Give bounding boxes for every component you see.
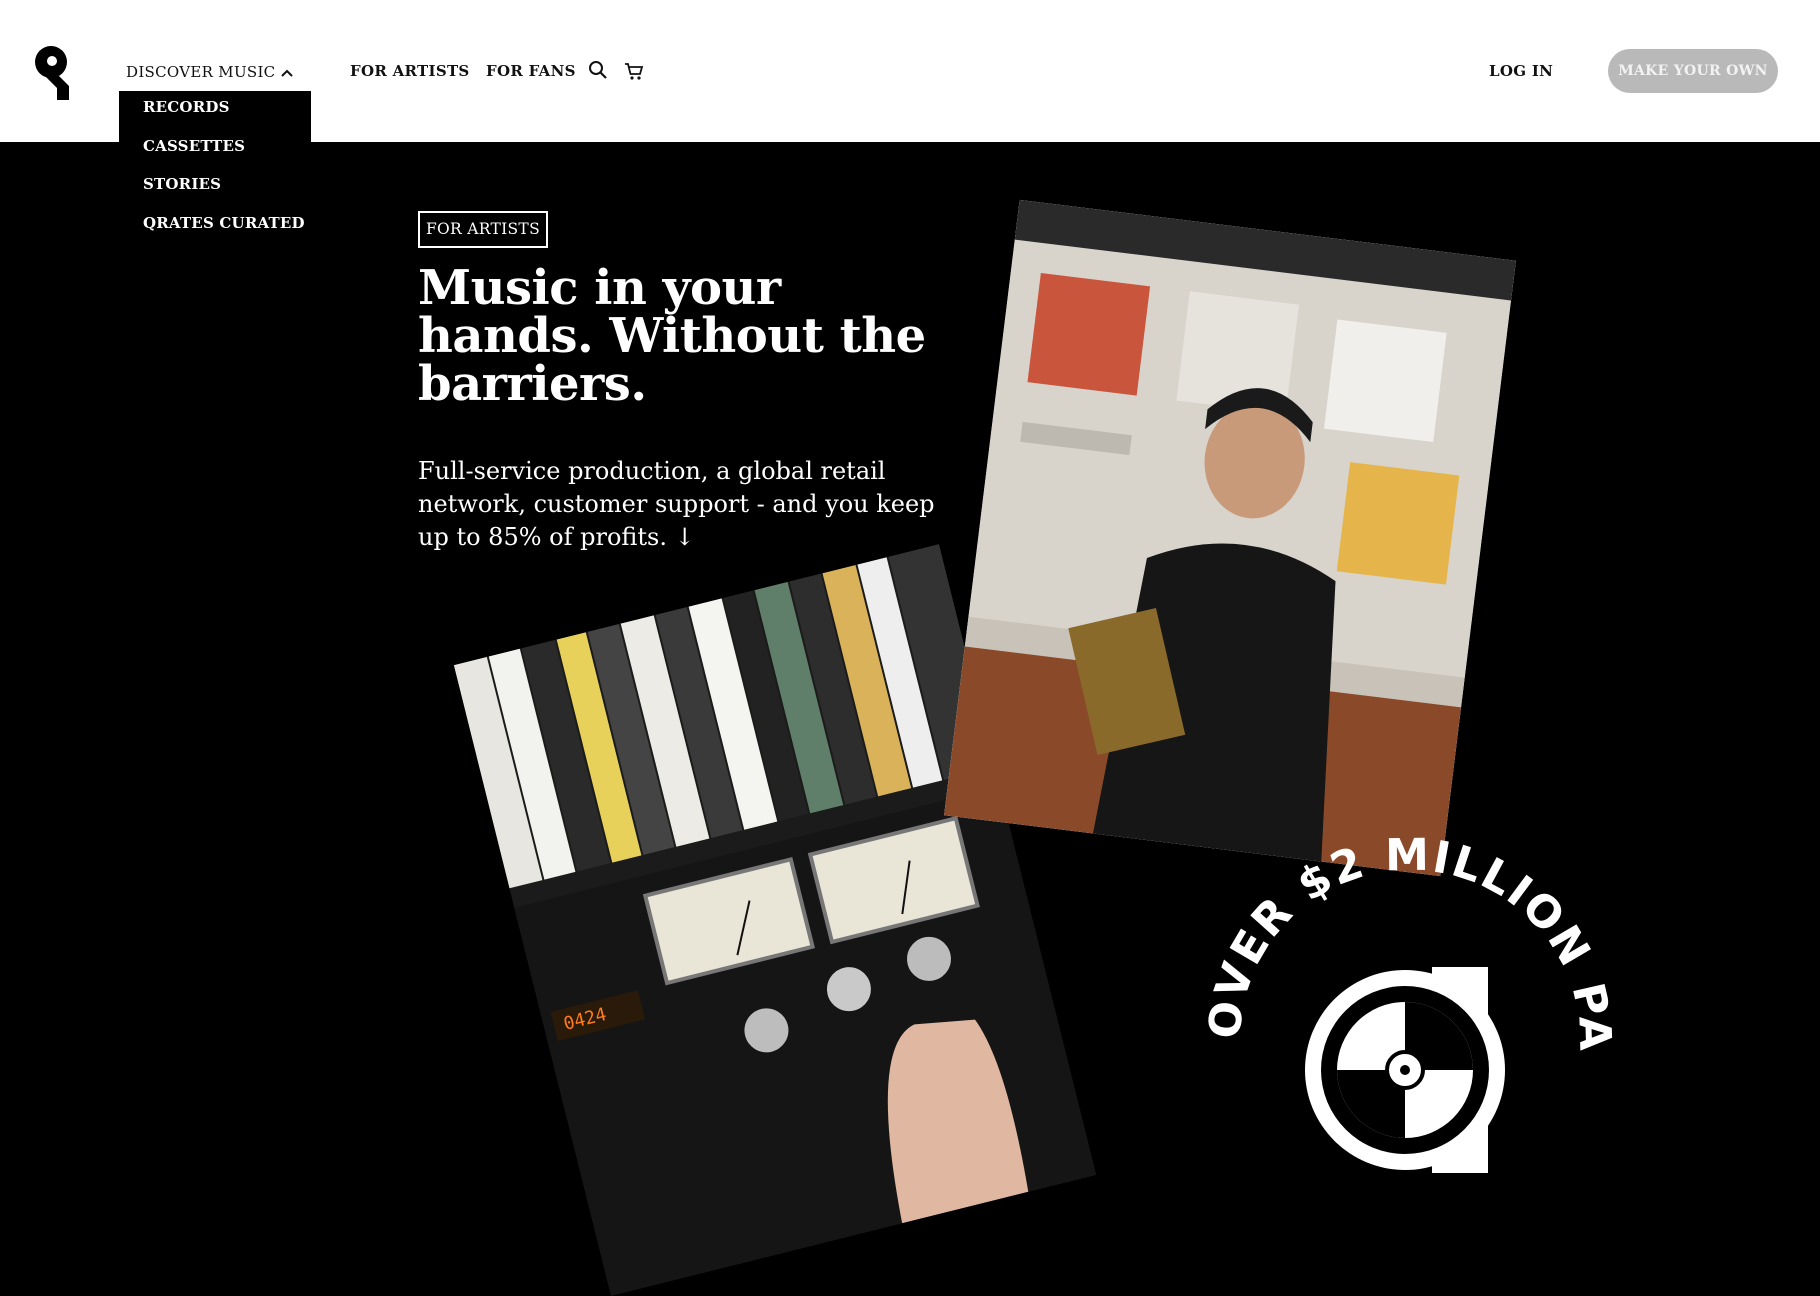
dropdown-item-records[interactable]: RECORDS (119, 99, 311, 138)
nav-discover-label: DISCOVER MUSIC (126, 63, 276, 81)
record-store-photo (944, 199, 1516, 877)
nav-discover-music[interactable]: DISCOVER MUSIC (126, 63, 294, 81)
nav-for-artists[interactable]: FOR ARTISTS (350, 62, 470, 80)
search-icon[interactable] (588, 60, 608, 80)
qrates-logo-icon[interactable] (33, 44, 73, 100)
dropdown-item-stories[interactable]: STORIES (119, 176, 311, 215)
dropdown-item-cassettes[interactable]: CASSETTES (119, 138, 311, 177)
discover-music-dropdown: RECORDS CASSETTES STORIES QRATES CURATED (119, 91, 311, 253)
dropdown-item-qrates-curated[interactable]: QRATES CURATED (119, 215, 311, 254)
nav-for-fans[interactable]: FOR FANS (486, 62, 576, 80)
hero-headline: Music in your hands. Without the barrier… (418, 260, 926, 412)
for-artists-tag: FOR ARTISTS (418, 211, 548, 248)
record-coin-icon (1305, 963, 1505, 1177)
payout-stamp-badge: OVER $2 MILLION PAID TO (1180, 810, 1618, 1177)
make-your-own-button[interactable]: MAKE YOUR OWN (1608, 49, 1778, 93)
hero-subtext: Full-service production, a global retail… (418, 457, 935, 551)
cart-icon[interactable] (624, 61, 644, 81)
login-link[interactable]: LOG IN (1489, 62, 1553, 80)
chevron-up-icon (281, 63, 294, 81)
